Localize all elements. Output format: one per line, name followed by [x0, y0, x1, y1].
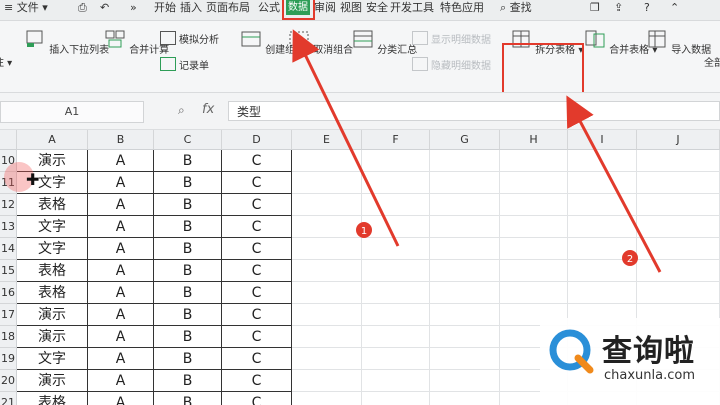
arrow-to-data-tab	[292, 29, 400, 247]
watermark-title: 查询啦	[602, 334, 695, 369]
watermark-url: chaxunla.com	[604, 368, 695, 383]
step1-number: 1	[361, 226, 367, 237]
watermark: 查询啦 chaxunla.com	[540, 318, 720, 405]
step2-number: 2	[627, 254, 633, 265]
watermark-logo-icon	[549, 329, 594, 374]
arrow-to-split-table	[566, 95, 662, 273]
